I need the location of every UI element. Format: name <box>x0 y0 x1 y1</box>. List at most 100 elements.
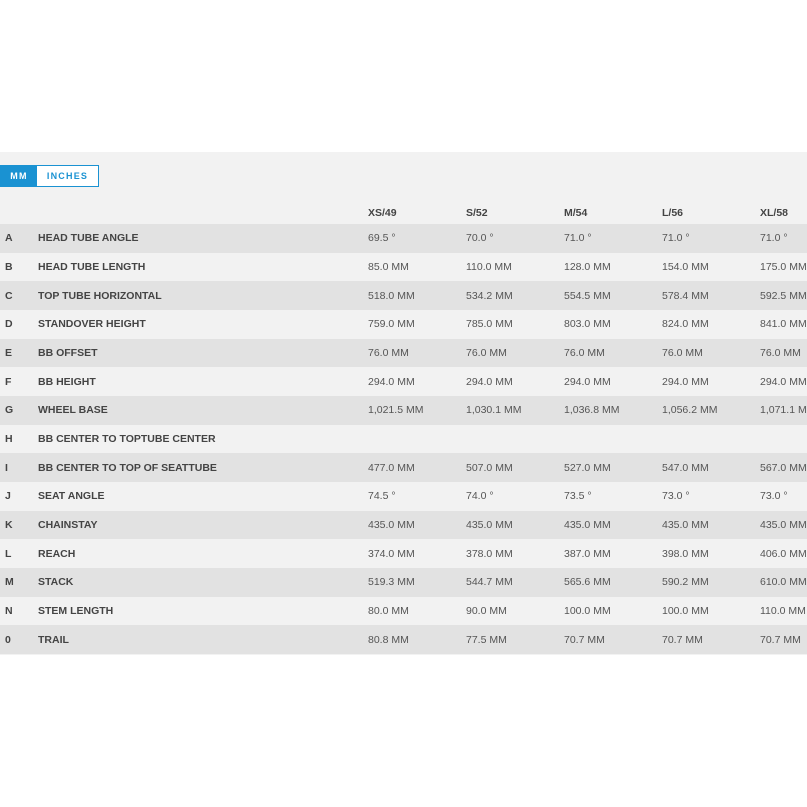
measurement-value: 398.0 MM <box>662 547 709 560</box>
measurement-name: SEAT ANGLE <box>38 490 105 503</box>
measurement-value: 567.0 MM <box>760 461 807 474</box>
measurement-value: 554.5 MM <box>564 289 611 302</box>
measurement-value: 435.0 MM <box>564 518 611 531</box>
measurement-value: 76.0 MM <box>760 346 801 359</box>
measurement-value: 547.0 MM <box>662 461 709 474</box>
measurement-value: 565.6 MM <box>564 576 611 589</box>
measurement-value: 435.0 MM <box>466 518 513 531</box>
row-letter: L <box>5 547 12 560</box>
unit-toggle: MM INCHES <box>0 165 99 187</box>
measurement-value: 435.0 MM <box>368 518 415 531</box>
measurement-name: BB OFFSET <box>38 346 98 359</box>
measurement-value: 100.0 MM <box>662 604 709 617</box>
row-letter: F <box>5 375 12 388</box>
measurement-name: REACH <box>38 547 76 560</box>
table-header-row: XS/49 S/52 M/54 L/56 XL/58 <box>0 196 807 224</box>
table-row: J SEAT ANGLE 74.5 ° 74.0 ° 73.5 ° 73.0 ° 73.0 … <box>0 481 807 511</box>
row-letter: B <box>5 260 13 273</box>
measurement-value: 544.7 MM <box>466 576 513 589</box>
measurement-value: 70.7 MM <box>662 633 703 646</box>
row-letter: N <box>5 604 13 617</box>
measurement-value: 592.5 MM <box>760 289 807 302</box>
measurement-name: CHAINSTAY <box>38 518 98 531</box>
measurement-value: 175.0 MM <box>760 260 807 273</box>
measurement-value: 85.0 MM <box>368 260 409 273</box>
table-row: E BB OFFSET 76.0 MM 76.0 MM 76.0 MM 76.0 MM 76… <box>0 338 807 368</box>
table-row: L REACH 374.0 MM 378.0 MM 387.0 MM 398.0 MM 40… <box>0 539 807 568</box>
measurement-value: 74.5 ° <box>368 490 396 503</box>
row-letter: A <box>5 232 13 245</box>
measurement-value: 507.0 MM <box>466 461 513 474</box>
measurement-value: 294.0 MM <box>662 375 709 388</box>
measurement-value: 578.4 MM <box>662 289 709 302</box>
row-letter: M <box>5 576 14 589</box>
measurement-value: 90.0 MM <box>466 604 507 617</box>
row-letter: D <box>5 318 13 331</box>
measurement-value: 74.0 ° <box>466 490 494 503</box>
measurement-value: 294.0 MM <box>760 375 807 388</box>
table-row: B HEAD TUBE LENGTH 85.0 MM 110.0 MM 128.0 MM… <box>0 252 807 282</box>
measurement-value: 518.0 MM <box>368 289 415 302</box>
measurement-value: 73.0 ° <box>760 490 788 503</box>
measurement-value: 73.5 ° <box>564 490 592 503</box>
size-header: L/56 <box>662 207 684 219</box>
measurement-value: 519.3 MM <box>368 576 415 589</box>
measurement-value: 803.0 MM <box>564 318 611 331</box>
mm-unit-button[interactable]: MM <box>1 166 37 186</box>
measurement-value: 110.0 MM <box>760 604 806 617</box>
measurement-value: 1,021.5 MM <box>368 404 424 417</box>
measurement-name: HEAD TUBE LENGTH <box>38 260 146 273</box>
table-row: I BB CENTER TO TOP OF SEATTUBE 477.0 MM 507… <box>0 453 807 482</box>
row-letter: K <box>5 518 13 531</box>
measurement-value: 71.0 ° <box>662 232 690 245</box>
table-row: A HEAD TUBE ANGLE 69.5 ° 70.0 ° 71.0 ° 71.0 °… <box>0 224 807 253</box>
measurement-value: 110.0 MM <box>466 260 512 273</box>
measurement-value: 610.0 MM <box>760 576 807 589</box>
row-letter: G <box>5 404 14 417</box>
measurement-value: 80.8 MM <box>368 633 409 646</box>
measurement-value: 76.0 MM <box>368 346 409 359</box>
measurement-value: 77.5 MM <box>466 633 507 646</box>
table-row: K CHAINSTAY 435.0 MM 435.0 MM 435.0 MM 435.0 … <box>0 510 807 540</box>
measurement-value: 128.0 MM <box>564 260 611 273</box>
row-letter: I <box>5 461 8 474</box>
measurement-value: 100.0 MM <box>564 604 611 617</box>
size-header: S/52 <box>466 207 488 219</box>
table-row: G WHEEL BASE 1,021.5 MM 1,030.1 MM 1,036.8 M… <box>0 395 807 425</box>
measurement-value: 70.7 MM <box>564 633 605 646</box>
measurement-name: BB CENTER TO TOPTUBE CENTER <box>38 432 216 445</box>
geometry-panel: MM INCHES XS/49 S/52 M/54 L/56 XL/58 A HE… <box>0 152 807 655</box>
measurement-value: 1,071.1 MM <box>760 404 807 417</box>
measurement-value: 435.0 MM <box>662 518 709 531</box>
table-row: N STEM LENGTH 80.0 MM 90.0 MM 100.0 MM 100.0 … <box>0 596 807 626</box>
size-header: XS/49 <box>368 207 397 219</box>
measurement-value: 80.0 MM <box>368 604 409 617</box>
measurement-value: 477.0 MM <box>368 461 415 474</box>
measurement-value: 841.0 MM <box>760 318 807 331</box>
inches-unit-button[interactable]: INCHES <box>37 166 98 186</box>
measurement-value: 590.2 MM <box>662 576 709 589</box>
measurement-value: 73.0 ° <box>662 490 690 503</box>
measurement-value: 1,036.8 MM <box>564 404 620 417</box>
measurement-value: 759.0 MM <box>368 318 415 331</box>
measurement-name: BB HEIGHT <box>38 375 96 388</box>
measurement-value: 76.0 MM <box>564 346 605 359</box>
row-letter: C <box>5 289 13 302</box>
measurement-value: 154.0 MM <box>662 260 709 273</box>
measurement-value: 824.0 MM <box>662 318 709 331</box>
measurement-name: BB CENTER TO TOP OF SEATTUBE <box>38 461 217 474</box>
measurement-value: 76.0 MM <box>466 346 507 359</box>
measurement-value: 71.0 ° <box>564 232 592 245</box>
table-row: F BB HEIGHT 294.0 MM 294.0 MM 294.0 MM 294.0 … <box>0 367 807 396</box>
size-header: M/54 <box>564 207 588 219</box>
measurement-value: 785.0 MM <box>466 318 513 331</box>
measurement-value: 69.5 ° <box>368 232 396 245</box>
measurement-name: HEAD TUBE ANGLE <box>38 232 139 245</box>
row-letter: 0 <box>5 633 11 646</box>
geometry-table: XS/49 S/52 M/54 L/56 XL/58 A HEAD TUBE AN… <box>0 196 807 654</box>
measurement-value: 294.0 MM <box>466 375 513 388</box>
measurement-value: 406.0 MM <box>760 547 807 560</box>
measurement-name: STEM LENGTH <box>38 604 114 617</box>
measurement-name: STANDOVER HEIGHT <box>38 318 146 331</box>
measurement-value: 1,056.2 MM <box>662 404 718 417</box>
